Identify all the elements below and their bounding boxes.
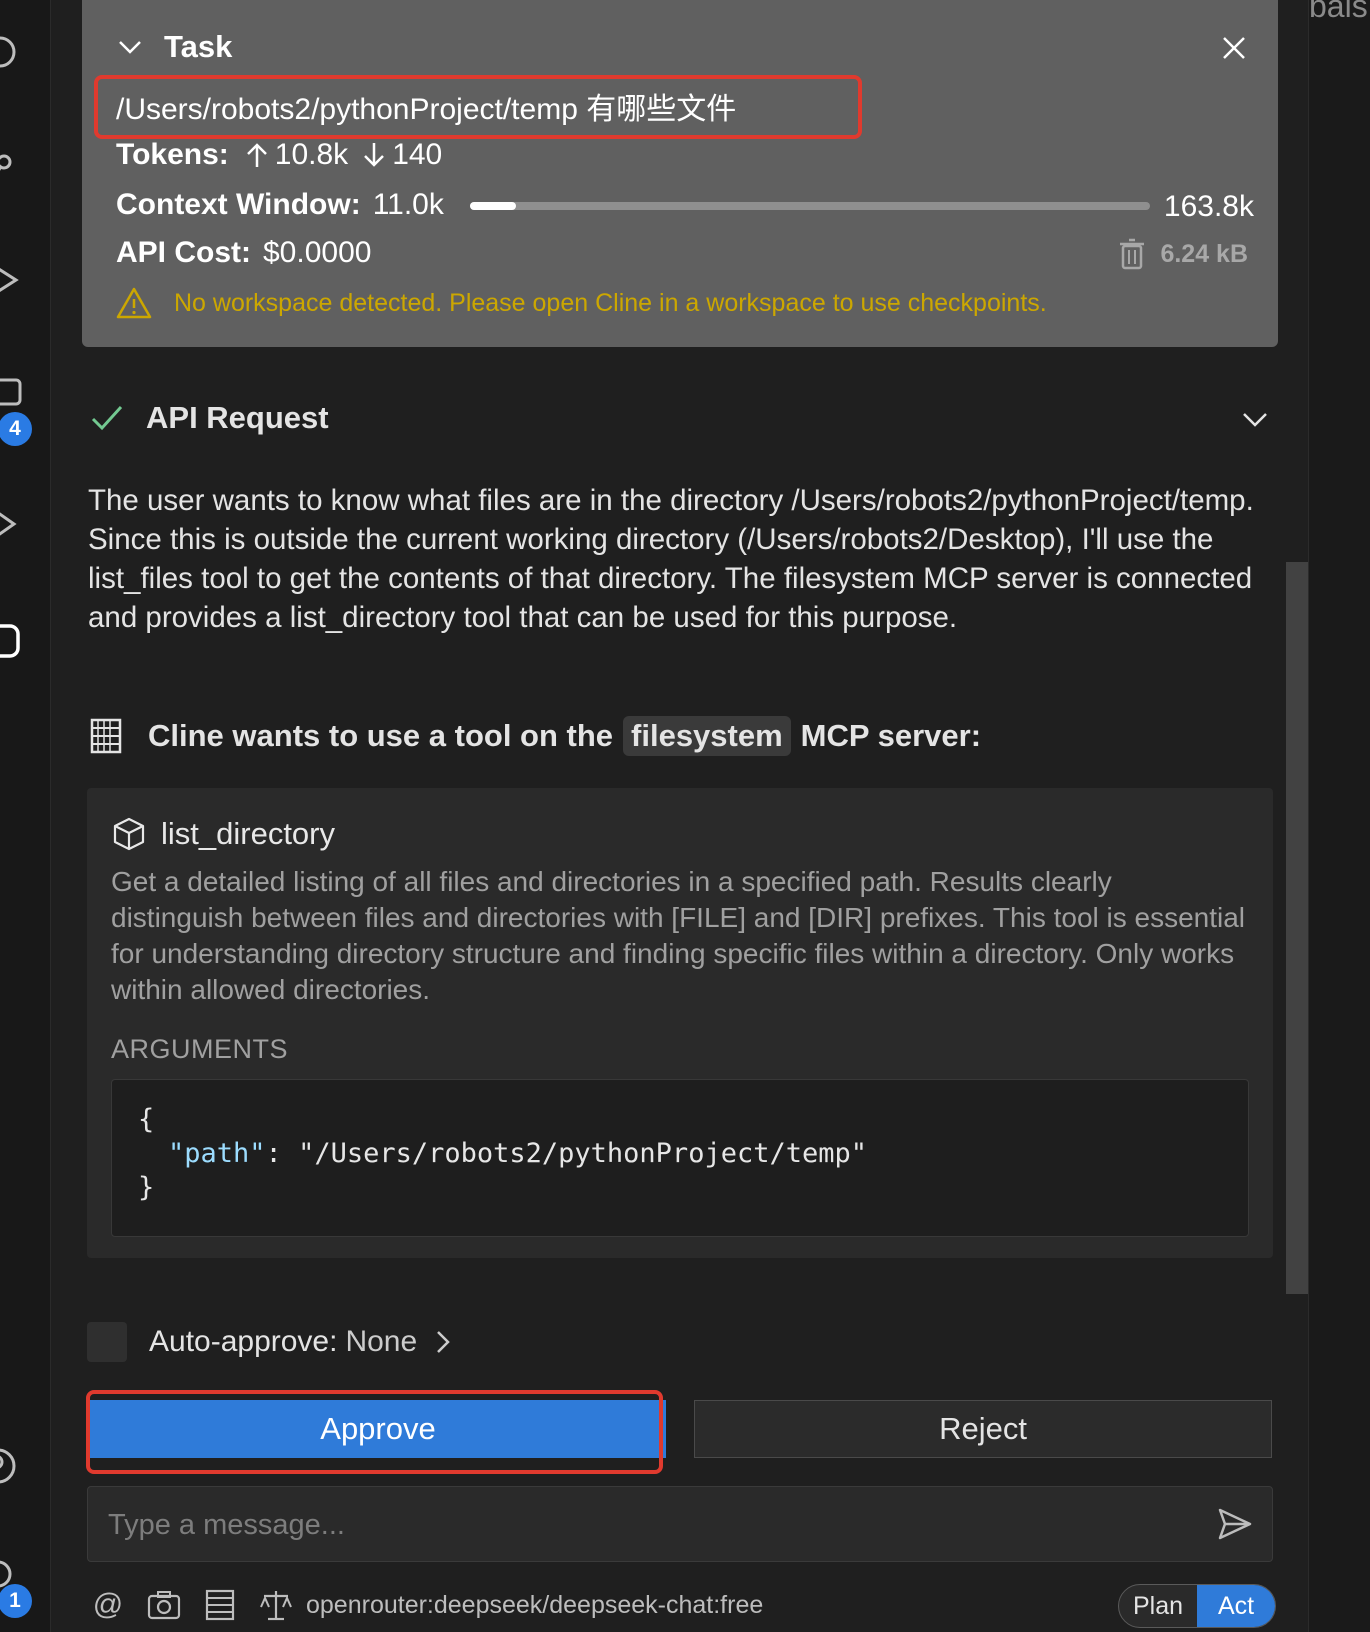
account-icon[interactable] — [0, 1448, 22, 1484]
code-close-brace: } — [138, 1172, 155, 1203]
server-icon — [90, 718, 122, 754]
tokens-out: 140 — [392, 138, 443, 171]
task-size: 6.24 kB — [1118, 238, 1248, 270]
message-box — [87, 1486, 1273, 1563]
code-separator: : — [265, 1138, 299, 1169]
task-title: Task — [164, 29, 233, 64]
tokens-in: 10.8k — [274, 138, 349, 171]
mcp-server-name: filesystem — [623, 716, 791, 756]
assistant-reasoning: The user wants to know what files are in… — [88, 484, 1254, 634]
context-label: Context Window: — [116, 188, 361, 221]
api-request-title: API Request — [146, 400, 329, 435]
context-max: 163.8k — [1163, 190, 1254, 223]
code-key: "path" — [168, 1138, 266, 1169]
package-icon — [113, 817, 145, 851]
mcp-prefix: Cline wants to use a tool on the — [148, 718, 614, 753]
warning-icon — [116, 287, 152, 319]
scrollbar[interactable] — [1286, 562, 1308, 1294]
warning-text: No workspace detected. Please open Cline… — [174, 288, 1047, 317]
clipped-panel-text: bals — [1309, 0, 1368, 24]
arguments-label: ARGUMENTS — [111, 1034, 289, 1064]
code-value: "/Users/robots2/pythonProject/temp" — [298, 1138, 868, 1169]
task-text-highlight — [94, 75, 862, 139]
task-card: Task /Users/robots2/pythonProject/temp 有… — [82, 0, 1278, 347]
camera-icon[interactable] — [146, 1587, 182, 1623]
plan-act-toggle[interactable]: Plan Act — [1118, 1584, 1276, 1628]
trash-icon[interactable] — [1118, 238, 1146, 270]
chevron-down-icon[interactable] — [1240, 404, 1270, 434]
api-cost-row: API Cost: $0.0000 — [116, 236, 371, 270]
code-path-line: "path": "/Users/robots2/pythonProject/te… — [168, 1138, 867, 1169]
source-control-icon[interactable] — [0, 148, 22, 184]
auto-approve-value: None — [345, 1325, 418, 1358]
model-selector-icon[interactable] — [258, 1587, 294, 1623]
activity-bar: 4 1 — [0, 0, 51, 1632]
tool-name-row: list_directory — [113, 816, 335, 852]
chevron-right-icon[interactable] — [433, 1328, 453, 1356]
server-icon[interactable] — [202, 1587, 238, 1623]
chevron-down-icon[interactable] — [116, 33, 144, 61]
task-size-value: 6.24 kB — [1160, 239, 1248, 268]
secondary-panel: bals — [1308, 0, 1370, 1632]
mcp-suffix: MCP server: — [800, 718, 982, 753]
context-progress-fill — [470, 202, 516, 210]
auto-approve-label: Auto-approve: — [149, 1325, 338, 1358]
run-debug-icon[interactable] — [0, 262, 22, 298]
tokens-label: Tokens: — [116, 138, 229, 171]
code-open-brace: { — [138, 1104, 155, 1135]
arguments-code: { "path": "/Users/robots2/pythonProject/… — [111, 1079, 1249, 1237]
check-icon — [91, 405, 123, 431]
search-icon[interactable] — [0, 34, 22, 70]
context-window-row: Context Window: 11.0k — [116, 188, 444, 222]
task-header[interactable]: Task — [116, 26, 232, 68]
arrow-down-icon — [364, 143, 385, 167]
plan-mode-option[interactable]: Plan — [1119, 1585, 1197, 1627]
checkpoint-warning: No workspace detected. Please open Cline… — [116, 286, 1047, 320]
tool-description: Get a detailed listing of all files and … — [111, 866, 1246, 1005]
tool-card: list_directory Get a detailed listing of… — [87, 788, 1273, 1258]
tokens-row: Tokens: 10.8k 140 — [116, 138, 442, 172]
extensions-icon[interactable] — [0, 376, 22, 412]
auto-approve-row[interactable]: Auto-approve: None — [87, 1322, 453, 1362]
act-mode-option[interactable]: Act — [1197, 1585, 1275, 1627]
send-icon[interactable] — [1216, 1505, 1254, 1543]
close-icon[interactable] — [1216, 30, 1252, 66]
settings-badge: 1 — [0, 1584, 32, 1618]
api-cost-label: API Cost: — [116, 236, 251, 269]
bottom-toolbar: @ openrouter:deepseek/deepseek-chat:free… — [90, 1582, 1276, 1628]
tool-name: list_directory — [161, 816, 335, 851]
auto-approve-checkbox[interactable] — [87, 1322, 127, 1362]
message-input[interactable] — [106, 1487, 1190, 1563]
approve-highlight — [86, 1390, 663, 1474]
at-mention-icon[interactable]: @ — [90, 1587, 126, 1623]
reject-button[interactable]: Reject — [694, 1400, 1272, 1458]
cline-icon[interactable] — [0, 624, 22, 660]
extensions-badge: 4 — [0, 412, 32, 446]
arrow-up-icon — [246, 143, 267, 167]
context-used: 11.0k — [372, 188, 444, 221]
model-label[interactable]: openrouter:deepseek/deepseek-chat:free — [306, 1591, 763, 1620]
testing-icon[interactable] — [0, 506, 22, 542]
api-cost-value: $0.0000 — [263, 236, 372, 269]
context-progress-bar — [470, 202, 1150, 210]
api-request-row[interactable]: API Request — [90, 396, 1280, 440]
mcp-request-header: Cline wants to use a tool on the filesys… — [90, 716, 981, 756]
